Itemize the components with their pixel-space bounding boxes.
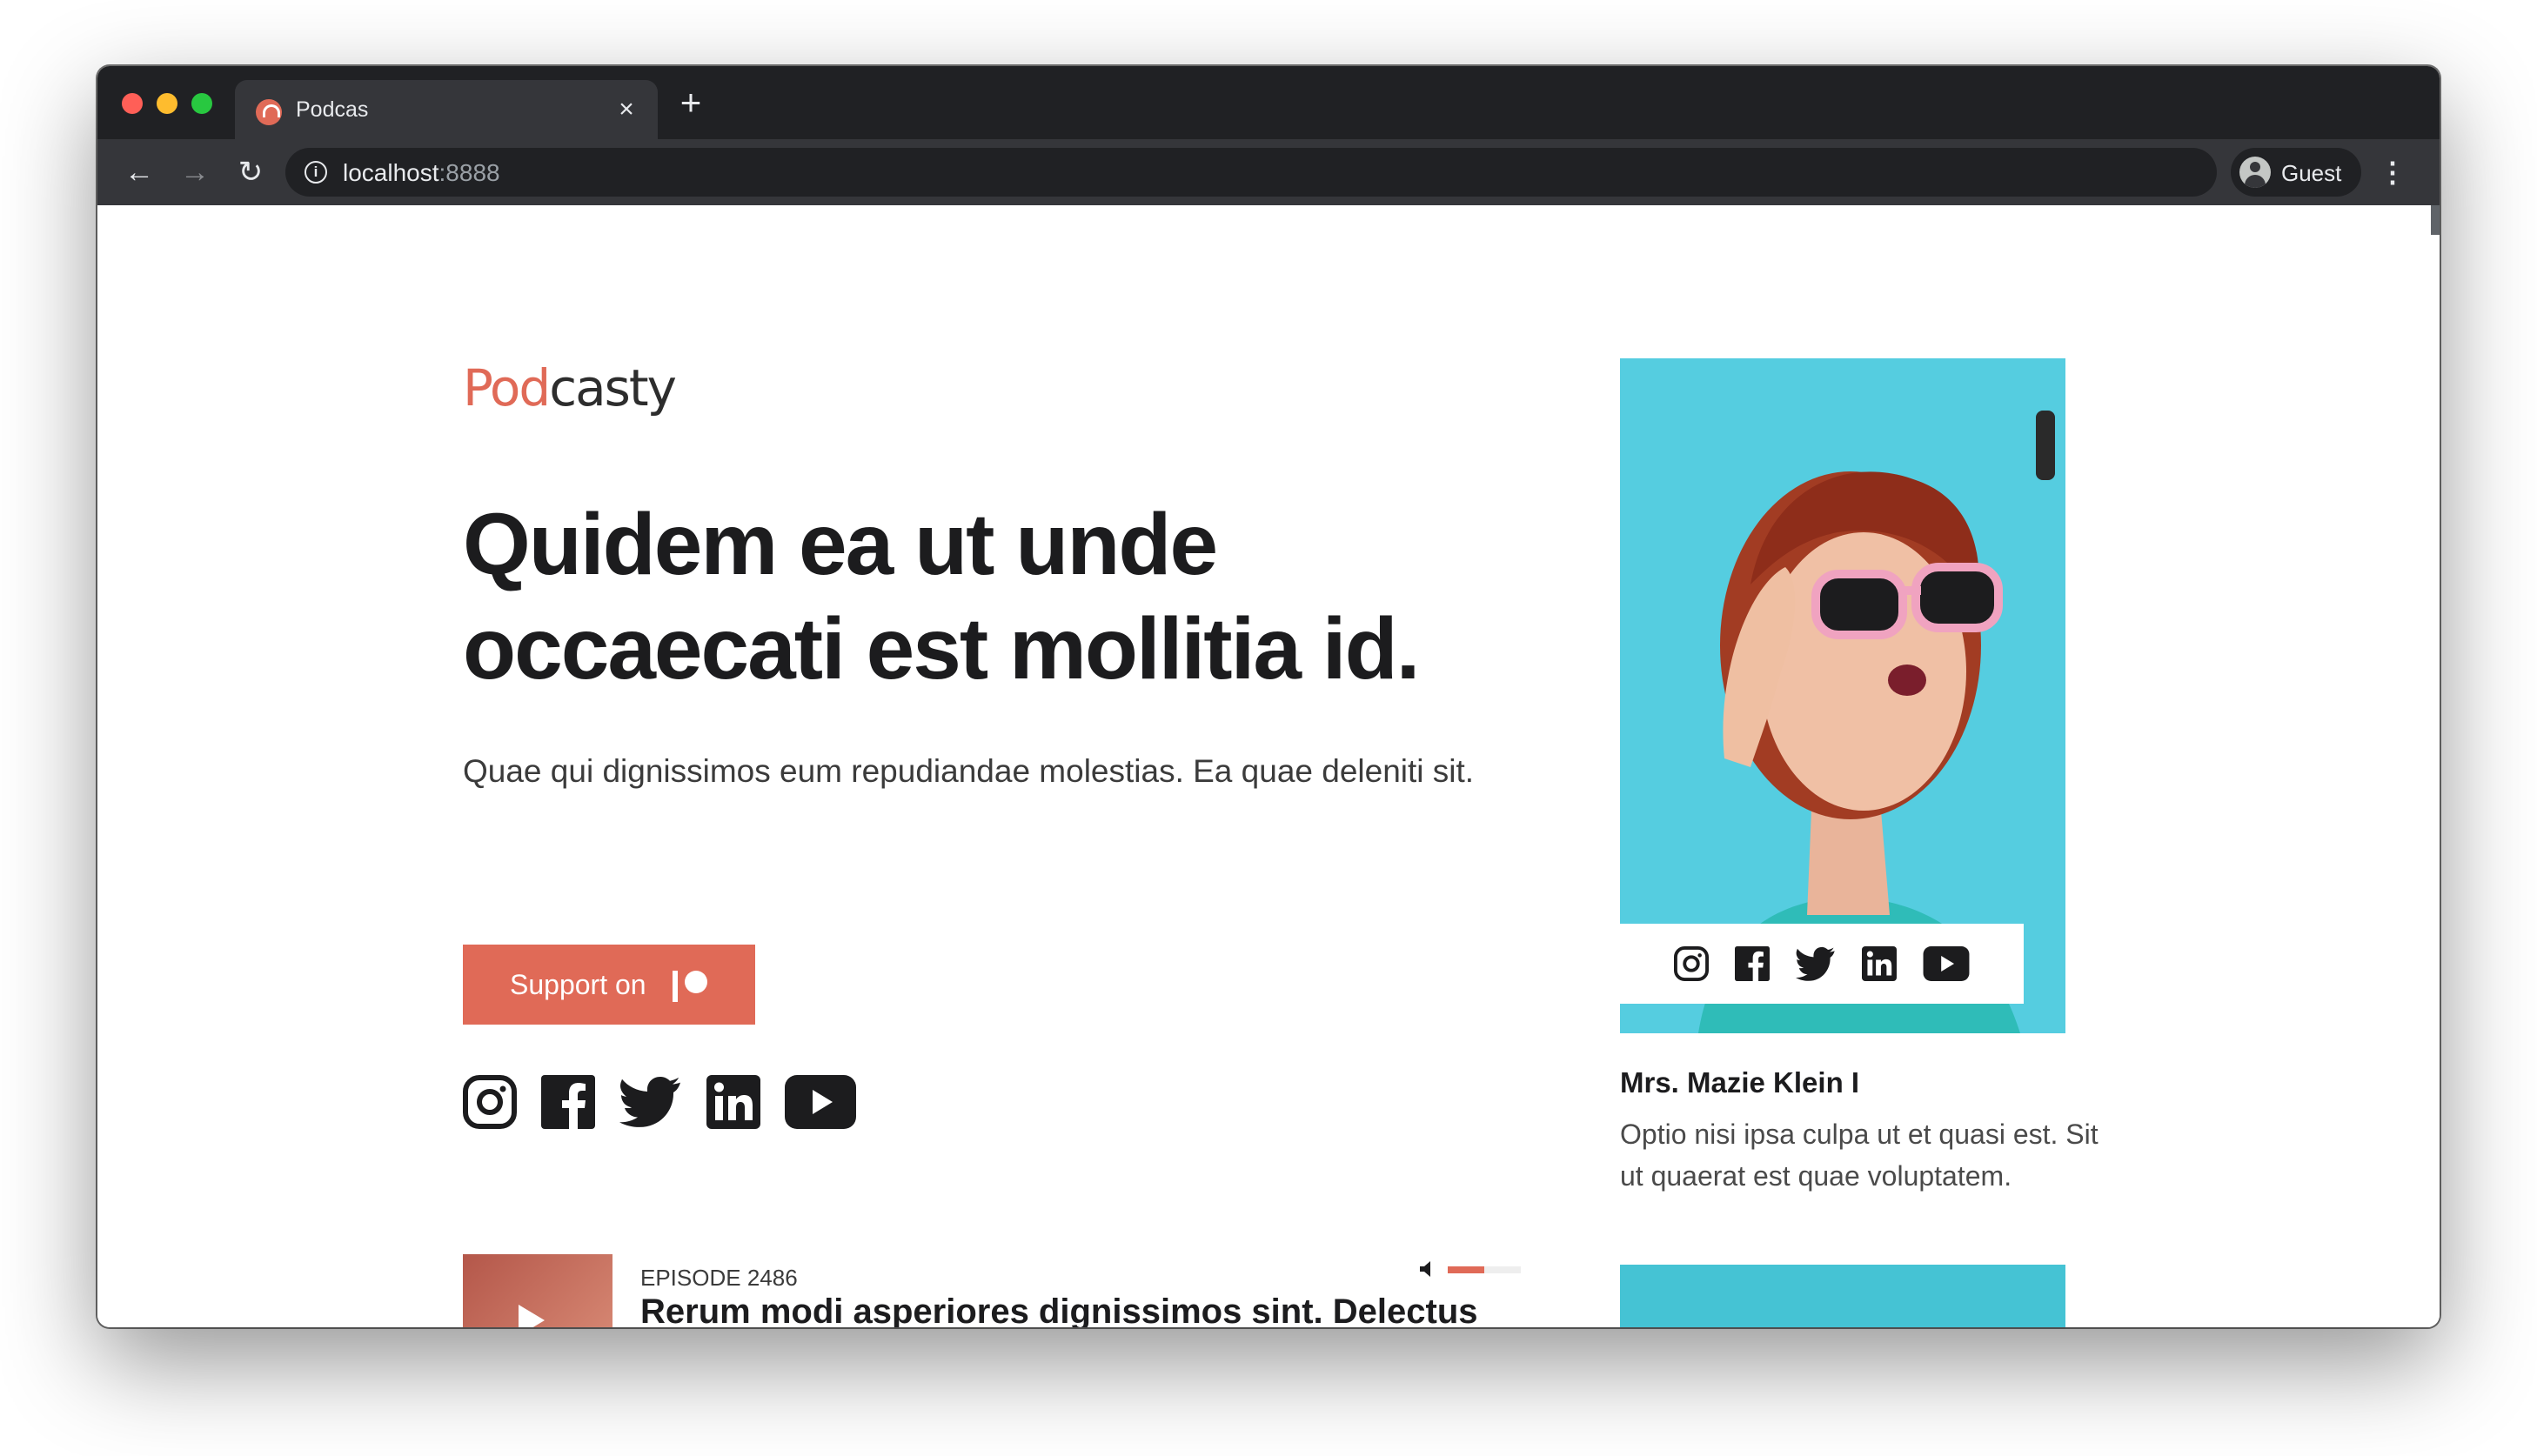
host-bio: Optio nisi ipsa culpa ut et quasi est. S… xyxy=(1620,1119,2099,1192)
tab-title: Podcas xyxy=(296,97,369,122)
volume-slider[interactable] xyxy=(1448,1266,1521,1273)
url-port: :8888 xyxy=(438,159,500,186)
forward-button[interactable]: → xyxy=(176,153,214,191)
site-info-icon[interactable]: i xyxy=(305,161,327,184)
browser-toolbar: ← → ↻ i localhost:8888 Guest ⋮ xyxy=(97,139,2440,205)
scrollbar-thumb[interactable] xyxy=(2431,205,2440,235)
logo-part-casty: casty xyxy=(549,358,677,417)
avatar-icon xyxy=(2239,157,2271,188)
address-bar[interactable]: i localhost:8888 xyxy=(285,148,2217,197)
host-social-links xyxy=(1620,924,2024,1004)
podcast-favicon-icon xyxy=(256,99,282,125)
tab-close-icon[interactable]: × xyxy=(609,92,644,127)
host-instagram-icon[interactable] xyxy=(1674,946,1709,981)
youtube-icon[interactable] xyxy=(785,1075,856,1129)
host-facebook-icon[interactable] xyxy=(1735,946,1770,981)
browser-menu-icon[interactable]: ⋮ xyxy=(2379,153,2406,191)
browser-window: Podcas × + ← → ↻ i localhost:8888 Guest … xyxy=(97,66,2440,1327)
host-name: Mrs. Mazie Klein I xyxy=(1620,1066,1860,1099)
minimize-window-button[interactable] xyxy=(157,93,177,114)
linkedin-icon[interactable] xyxy=(706,1075,760,1129)
hero-title: Quidem ea ut unde occaecati est mollitia… xyxy=(463,496,1420,698)
hero-subtitle: Quae qui dignissimos eum repudiandae mol… xyxy=(463,753,1475,789)
patreon-icon xyxy=(672,965,711,1004)
browser-tab[interactable]: Podcas × xyxy=(235,80,658,139)
play-icon[interactable] xyxy=(519,1305,545,1327)
second-host-photo xyxy=(1620,1265,2065,1327)
host-twitter-icon[interactable] xyxy=(1796,946,1836,981)
profile-button[interactable]: Guest xyxy=(2231,148,2361,197)
host-linkedin-icon[interactable] xyxy=(1862,946,1897,981)
episode-number: EPISODE 2486 xyxy=(640,1265,798,1291)
new-tab-button[interactable]: + xyxy=(672,84,710,124)
tab-bar: Podcas × + xyxy=(97,66,2440,139)
episode-title[interactable]: Rerum modi asperiores dignissimos sint. … xyxy=(640,1292,1478,1327)
volume-icon[interactable] xyxy=(1418,1259,1437,1279)
page-viewport: Podcasty Quidem ea ut unde occaecati est… xyxy=(97,205,2440,1327)
url-host: localhost xyxy=(343,159,439,186)
maximize-window-button[interactable] xyxy=(191,93,212,114)
volume-level-fill xyxy=(1448,1266,1484,1273)
episode-thumbnail[interactable] xyxy=(463,1254,612,1327)
host-photo xyxy=(1620,358,2065,1033)
logo-part-pod: Pod xyxy=(463,358,551,417)
host-youtube-icon[interactable] xyxy=(1923,946,1970,981)
twitter-icon[interactable] xyxy=(619,1076,682,1128)
facebook-icon[interactable] xyxy=(541,1075,595,1129)
instagram-icon[interactable] xyxy=(463,1075,517,1129)
close-window-button[interactable] xyxy=(122,93,143,114)
reload-button[interactable]: ↻ xyxy=(231,153,270,191)
back-button[interactable]: ← xyxy=(120,153,158,191)
site-logo[interactable]: Podcasty xyxy=(463,358,677,417)
profile-label: Guest xyxy=(2281,160,2342,186)
support-on-patreon-button[interactable]: Support on xyxy=(463,945,755,1025)
support-button-label: Support on xyxy=(510,968,646,1000)
url-text[interactable]: localhost:8888 xyxy=(343,159,500,187)
social-links xyxy=(463,1075,856,1129)
